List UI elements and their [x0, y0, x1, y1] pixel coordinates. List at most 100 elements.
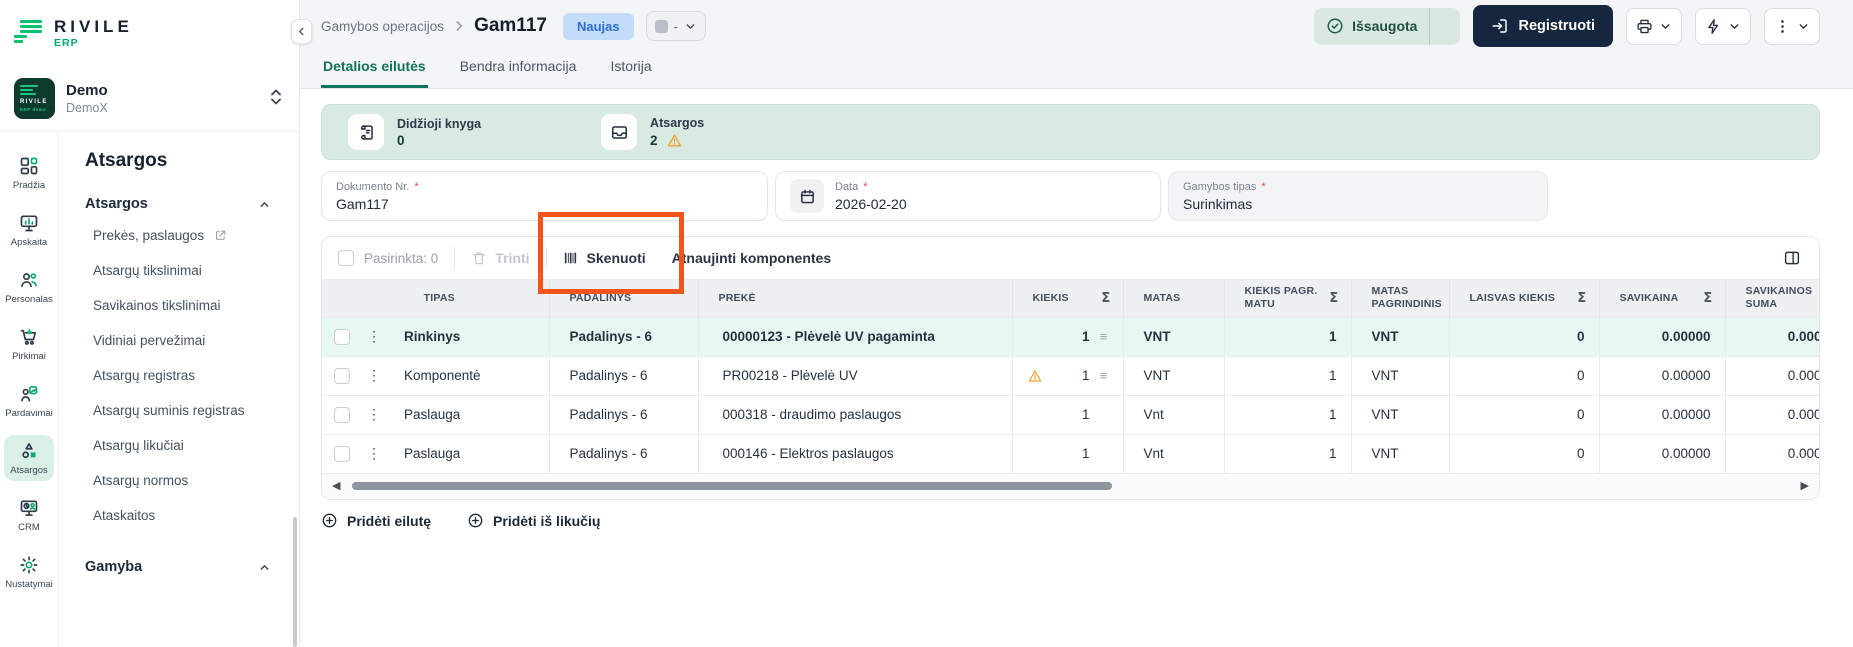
kiekis-value: 1: [1082, 329, 1090, 344]
column-header-savikainos_suma[interactable]: Savikainos sumaΣ: [1725, 280, 1819, 317]
horizontal-scrollbar[interactable]: ◀ ▶: [322, 473, 1819, 499]
module-title: Atsargos: [85, 150, 299, 172]
rail-item-label: Apskaita: [11, 237, 47, 248]
sidebar-scrollbar[interactable]: [293, 517, 297, 647]
cell-savikaina-inner: 0.00000: [1600, 446, 1725, 461]
rail-item-atsargos[interactable]: Atsargos: [4, 435, 54, 481]
sidebar-item-atsargų-suminis-registras[interactable]: Atsargų suminis registras: [85, 393, 299, 428]
refresh-components-button[interactable]: Atnaujinti komponentes: [672, 250, 831, 266]
saved-split-button[interactable]: Išsaugota: [1314, 8, 1460, 45]
cell-savikainos-suma-value: 0.00000: [1788, 407, 1819, 422]
scrollbar-thumb[interactable]: [352, 482, 1112, 490]
menu-section-gamyba[interactable]: Gamyba: [85, 559, 299, 575]
cell-matas-pagrindinis: VNT: [1351, 356, 1449, 395]
field-data[interactable]: Data *2026-02-20: [775, 171, 1161, 221]
row-menu-kebab-icon[interactable]: ⋮: [366, 406, 382, 423]
lines-table: TipasPadalinysPrekėKiekisΣMatasKiekis pa…: [322, 280, 1819, 473]
summary-value: 0: [397, 133, 405, 148]
scroll-right-arrow[interactable]: ▶: [1801, 479, 1809, 492]
cell-savikainos-suma-value: 0.00000: [1788, 329, 1819, 344]
field-label-text: Gamybos tipas: [1183, 181, 1256, 193]
row-menu-kebab-icon[interactable]: ⋮: [366, 367, 382, 384]
plus-circle-icon: [321, 512, 338, 529]
row-checkbox[interactable]: [334, 407, 350, 423]
color-status-select[interactable]: -: [646, 11, 706, 41]
sidebar-item-label: Savikainos tikslinimai: [93, 298, 221, 313]
company-selector[interactable]: RIVILE ERP demo Demo DemoX: [0, 66, 299, 132]
column-header-matas[interactable]: Matas: [1123, 280, 1224, 317]
select-all-checkbox[interactable]: [338, 250, 354, 266]
cell-kiekis-pagr-matu-value: 1: [1329, 368, 1337, 383]
rail-item-label: Pradžia: [13, 180, 45, 191]
sidebar-item-atsargų-normos[interactable]: Atsargų normos: [85, 463, 299, 498]
add-button-line[interactable]: Pridėti eilutę: [321, 512, 431, 529]
sidebar-item-atsargų-registras[interactable]: Atsargų registras: [85, 358, 299, 393]
column-header-matas_pagrindinis[interactable]: Matas pagrindinis: [1351, 280, 1449, 317]
rail-item-label: Pardavimai: [5, 408, 53, 419]
sidebar-item-atsargų-likučiai[interactable]: Atsargų likučiai: [85, 428, 299, 463]
rail-item-pirkimai[interactable]: Pirkimai: [4, 321, 54, 367]
scan-button[interactable]: Skenuoti: [563, 250, 646, 266]
field-stack: Dokumento Nr. *Gam117: [336, 181, 419, 212]
sidebar-item-vidiniai-pervežimai[interactable]: Vidiniai pervežimai: [85, 323, 299, 358]
sum-sigma-icon[interactable]: Σ: [1101, 291, 1110, 306]
column-header-laisvas_kiekis[interactable]: Laisvas kiekisΣ: [1449, 280, 1599, 317]
rail-item-nustatymai[interactable]: Nustatymai: [4, 549, 54, 595]
menu-section-label: Atsargos: [85, 196, 148, 212]
row-checkbox[interactable]: [334, 329, 350, 345]
menu-section-atsargos[interactable]: Atsargos: [85, 196, 299, 212]
row-menu-kebab-icon[interactable]: ⋮: [366, 328, 382, 345]
tab-istorija[interactable]: Istorija: [608, 52, 653, 88]
check-circle-icon: [1326, 17, 1344, 35]
row-checkbox[interactable]: [334, 368, 350, 384]
sum-sigma-icon[interactable]: Σ: [1703, 291, 1712, 306]
row-checkbox[interactable]: [334, 446, 350, 462]
scroll-left-arrow[interactable]: ◀: [332, 479, 340, 492]
cell-padalinys: Padalinys - 6: [549, 356, 698, 395]
rail-item-label: Pirkimai: [12, 351, 46, 362]
column-settings-button[interactable]: [1779, 245, 1805, 271]
column-header-kiekis[interactable]: KiekisΣ: [1012, 280, 1123, 317]
field-gamybos-tipas[interactable]: Gamybos tipas *Surinkimas: [1168, 171, 1548, 221]
sidebar-item-savikainos-tikslinimai[interactable]: Savikainos tikslinimai: [85, 288, 299, 323]
chevron-down-icon: [1659, 20, 1672, 33]
add-button-from-stock[interactable]: Pridėti iš likučių: [467, 512, 600, 529]
rail-item-personalas[interactable]: Personalas: [4, 264, 54, 310]
quick-actions-button[interactable]: [1695, 8, 1751, 45]
sum-sigma-icon[interactable]: Σ: [1577, 291, 1586, 306]
tab-bendra-informacija[interactable]: Bendra informacija: [458, 52, 579, 88]
column-header-tipas[interactable]: Tipas: [322, 280, 549, 317]
rail-item-apskaita[interactable]: Apskaita: [4, 207, 54, 253]
rail-item-pradžia[interactable]: Pradžia: [4, 150, 54, 196]
column-header-kiekis_pagr_matu[interactable]: Kiekis pagr. matuΣ: [1224, 280, 1351, 317]
cell-savikaina-value: 0.00000: [1662, 329, 1711, 344]
row-menu-kebab-icon[interactable]: ⋮: [366, 445, 382, 462]
cell-savikaina: 0.00000: [1599, 395, 1725, 434]
nav-rail: Pradžia Apskaita Personalas Pirkimai Pardavi…: [0, 132, 59, 647]
cell-laisvas-kiekis: 0: [1449, 317, 1599, 356]
sum-sigma-icon[interactable]: Σ: [1329, 291, 1338, 306]
column-header-savikaina[interactable]: SavikainaΣ: [1599, 280, 1725, 317]
kebab-icon: [1774, 18, 1791, 35]
required-asterisk: *: [411, 181, 418, 193]
rail-item-crm[interactable]: CRM: [4, 492, 54, 538]
breadcrumb-parent[interactable]: Gamybos operacijos: [321, 19, 444, 34]
rail-item-pardavimai[interactable]: Pardavimai: [4, 378, 54, 424]
field-dokumento-nr-[interactable]: Dokumento Nr. *Gam117: [321, 171, 768, 221]
chevron-down-icon[interactable]: [1438, 20, 1456, 33]
column-header-preke[interactable]: Prekė: [698, 280, 1012, 317]
sidebar-menu: Atsargos AtsargosPrekės, paslaugosAtsarg…: [59, 132, 299, 647]
print-menu-button[interactable]: [1626, 8, 1682, 45]
more-menu-button[interactable]: [1764, 8, 1820, 45]
tab-detalios-eilutės[interactable]: Detalios eilutės: [321, 52, 428, 88]
delete-button[interactable]: Trinti: [471, 250, 529, 266]
sidebar-item-prekės-paslaugos[interactable]: Prekės, paslaugos: [85, 218, 299, 253]
sidebar-collapse-button[interactable]: [291, 19, 312, 44]
quantity-lines-icon[interactable]: ≡: [1097, 329, 1111, 344]
register-button[interactable]: Registruoti: [1473, 5, 1613, 47]
column-header-padalinys[interactable]: Padalinys: [549, 280, 698, 317]
company-switch-icon[interactable]: [269, 88, 283, 106]
sidebar-item-ataskaitos[interactable]: Ataskaitos: [85, 498, 299, 533]
quantity-lines-icon[interactable]: ≡: [1097, 368, 1111, 383]
sidebar-item-atsargų-tikslinimai[interactable]: Atsargų tikslinimai: [85, 253, 299, 288]
